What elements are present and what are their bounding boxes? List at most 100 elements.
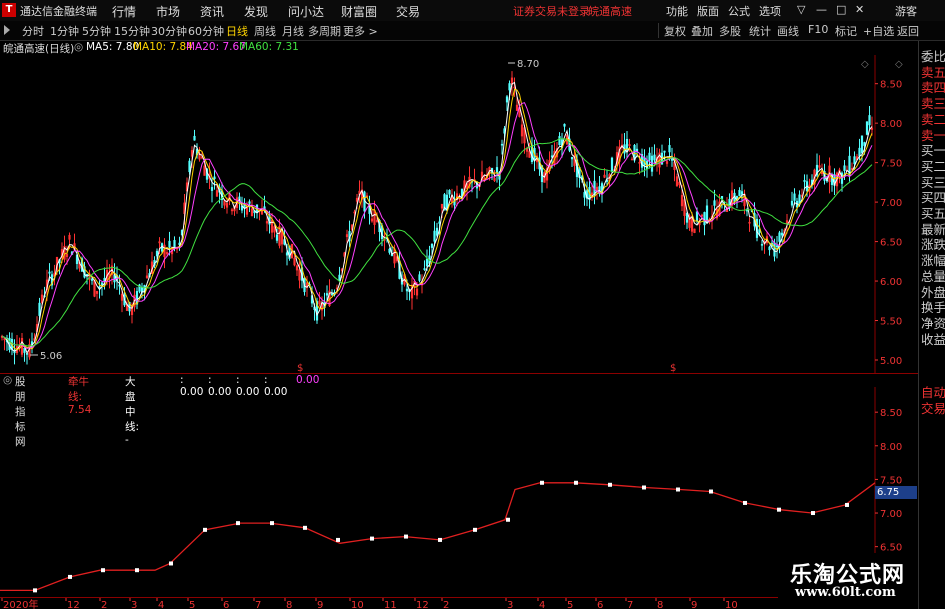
period-weekly[interactable]: 周线	[254, 23, 276, 39]
indicator-marker	[336, 537, 340, 542]
x-tick-label: 10	[725, 600, 738, 609]
overlay-button[interactable]: 叠加	[691, 23, 713, 39]
period-30min[interactable]: 30分钟	[151, 23, 187, 39]
candle-body	[423, 268, 426, 270]
draw-line-button[interactable]: 画线	[777, 23, 799, 39]
ma-info-bar: 皖通高速(日线) ◎ MA5: 7.80 MA10: 7.84 MA20: 7.…	[0, 41, 875, 55]
y-axis-main: 8.50 8.00 7.50 7.00 6.50 6.00 5.50 5.00	[875, 80, 902, 367]
candle-body	[583, 192, 586, 198]
maximize-icon[interactable]: □	[836, 3, 846, 16]
adjust-button[interactable]: 复权	[664, 23, 686, 39]
candle-body	[563, 123, 566, 127]
minimize-icon[interactable]: —	[816, 3, 827, 16]
candle-body	[860, 135, 864, 154]
f10-button[interactable]: F10	[808, 23, 828, 36]
menu-discover[interactable]: 发现	[244, 3, 268, 20]
quote-field-11: 最新	[921, 221, 945, 237]
menu-ask[interactable]: 问小达	[288, 3, 324, 20]
menu-options[interactable]: 选项	[759, 3, 781, 19]
indicator-marker	[811, 511, 815, 516]
period-5min[interactable]: 5分钟	[82, 23, 111, 39]
indicator-marker	[101, 568, 105, 573]
ind-y-tick-label: 6.50	[880, 543, 902, 554]
period-multi[interactable]: 多周期	[308, 23, 341, 39]
add-favorite-button[interactable]: +自选	[863, 23, 894, 39]
candle-body	[780, 232, 784, 236]
chart-close-icon[interactable]: ◇	[861, 59, 869, 70]
indicator-menu-icon[interactable]: ◎	[3, 374, 12, 386]
y-tick-label: 7.00	[880, 198, 902, 209]
candle-body	[653, 154, 656, 161]
minimize-menu-icon[interactable]: ▽	[797, 3, 805, 16]
quote-field-6: 买一	[921, 143, 945, 159]
watermark-url: www.60lt.com	[795, 585, 896, 600]
indicator-marker	[270, 521, 274, 526]
guest-label[interactable]: 游客	[895, 3, 917, 19]
candle-body	[430, 243, 434, 248]
dividend-marker-2[interactable]: $	[670, 363, 676, 373]
candle-body	[435, 227, 439, 236]
chart-settings-icon[interactable]: ◇	[895, 59, 903, 70]
candle-body	[168, 240, 171, 248]
menu-quotes[interactable]: 行情	[112, 3, 136, 20]
indicator-marker	[135, 568, 139, 573]
candle-body	[858, 147, 861, 157]
menu-function[interactable]: 功能	[666, 3, 688, 19]
statistics-button[interactable]: 统计	[749, 23, 771, 39]
auto-trade-0[interactable]: 自动	[921, 385, 945, 401]
x-tick-label: 9	[317, 600, 323, 609]
candle-body	[418, 274, 421, 281]
quote-field-3: 卖三	[921, 96, 945, 112]
menu-layout[interactable]: 版面	[697, 3, 719, 19]
candle-body	[740, 191, 744, 195]
candle-body	[720, 196, 724, 199]
back-button[interactable]: 返回	[897, 23, 919, 39]
ma-toggle-icon[interactable]: ◎	[74, 41, 83, 53]
menu-news[interactable]: 资讯	[200, 3, 224, 20]
indicator-marker	[743, 500, 747, 505]
candle-body	[505, 96, 509, 103]
multi-stock-button[interactable]: 多股	[719, 23, 741, 39]
login-warning[interactable]: 证券交易未登录	[513, 3, 590, 19]
indicator-marker	[236, 521, 240, 526]
title-bar: T 通达信金融终端 行情 市场 资讯 发现 问小达 财富圈 交易 证券交易未登录…	[0, 0, 945, 22]
candle-body	[695, 211, 699, 222]
indicator-marker	[777, 507, 781, 512]
menu-wealth[interactable]: 财富圈	[341, 3, 377, 20]
ind-y-tick-label: 8.00	[880, 442, 902, 453]
close-icon[interactable]: ✕	[855, 3, 864, 16]
quote-field-7: 买二	[921, 158, 945, 174]
period-intraday[interactable]: 分时	[22, 23, 44, 39]
x-tick-label: 6	[223, 600, 229, 609]
period-15min[interactable]: 15分钟	[114, 23, 150, 39]
period-more[interactable]: 更多 >	[343, 23, 378, 39]
x-tick-label: 3	[507, 600, 513, 609]
app-name: 通达信金融终端	[20, 5, 97, 18]
x-tick-label: 11	[384, 600, 397, 609]
ma60-label: MA60: 7.31	[239, 41, 299, 53]
expand-arrow-icon[interactable]	[4, 25, 10, 35]
menu-trade[interactable]: 交易	[396, 3, 420, 20]
indicator-marker	[845, 502, 849, 507]
candle-body	[500, 143, 504, 146]
period-monthly[interactable]: 月线	[282, 23, 304, 39]
period-60min[interactable]: 60分钟	[188, 23, 224, 39]
mark-button[interactable]: 标记	[835, 23, 857, 39]
period-1min[interactable]: 1分钟	[50, 23, 79, 39]
indicator-value-5: 0.00	[296, 374, 320, 386]
auto-trade-1[interactable]: 交易	[921, 401, 945, 417]
candle-body	[193, 135, 196, 141]
indicator-marker	[642, 485, 646, 490]
period-daily[interactable]: 日线	[226, 23, 248, 39]
candle-body	[685, 212, 689, 223]
candlestick-chart[interactable]: ◇ ◇ L 8.508.007.507.006.506.005.505.00 8…	[0, 55, 918, 373]
ind-y-tick-label: 7.50	[880, 475, 902, 486]
candle-body	[275, 234, 279, 241]
candle-body	[495, 167, 499, 173]
dividend-marker-1[interactable]: $	[297, 363, 303, 373]
candle-body	[248, 201, 251, 204]
menu-market[interactable]: 市场	[156, 3, 180, 20]
x-tick-label: 12	[67, 600, 80, 609]
menu-formula[interactable]: 公式	[728, 3, 750, 19]
indicator-line	[0, 482, 876, 592]
